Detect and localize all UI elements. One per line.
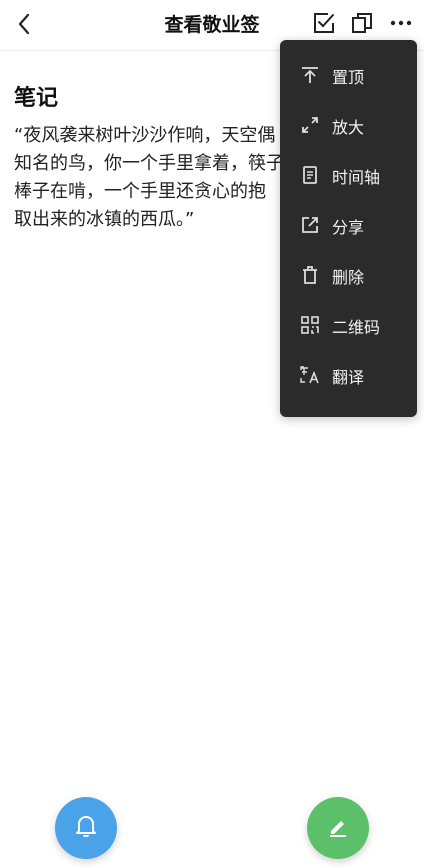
checkbox-icon[interactable]	[311, 10, 337, 36]
menu-item-label: 删除	[332, 268, 365, 287]
share-icon	[298, 213, 322, 237]
menu-item-label: 时间轴	[332, 168, 381, 187]
menu-item-timeline[interactable]: 时间轴	[280, 150, 417, 200]
pin-top-icon	[298, 63, 322, 87]
menu-item-share[interactable]: 分享	[280, 200, 417, 250]
bell-icon	[74, 813, 98, 843]
more-icon[interactable]	[388, 10, 414, 36]
pencil-icon	[326, 814, 350, 842]
reminder-button[interactable]	[55, 797, 117, 859]
menu-item-label: 置顶	[332, 68, 365, 87]
menu-item-delete[interactable]: 删除	[280, 250, 417, 300]
copy-icon[interactable]	[349, 10, 375, 36]
trash-icon	[298, 263, 322, 287]
expand-icon	[298, 113, 322, 137]
menu-item-translate[interactable]: 翻译	[280, 350, 417, 400]
menu-item-label: 翻译	[332, 368, 365, 387]
more-menu: 置顶 放大 时间轴 分享 删除 二维码 翻译	[280, 40, 417, 417]
menu-item-expand[interactable]: 放大	[280, 100, 417, 150]
menu-item-label: 分享	[332, 218, 365, 237]
menu-item-label: 放大	[332, 118, 365, 137]
menu-item-pin-top[interactable]: 置顶	[280, 50, 417, 100]
translate-icon	[298, 363, 322, 387]
timeline-icon	[298, 163, 322, 187]
edit-button[interactable]	[307, 797, 369, 859]
menu-item-qrcode[interactable]: 二维码	[280, 300, 417, 350]
qrcode-icon	[298, 313, 322, 337]
menu-item-label: 二维码	[332, 318, 381, 337]
